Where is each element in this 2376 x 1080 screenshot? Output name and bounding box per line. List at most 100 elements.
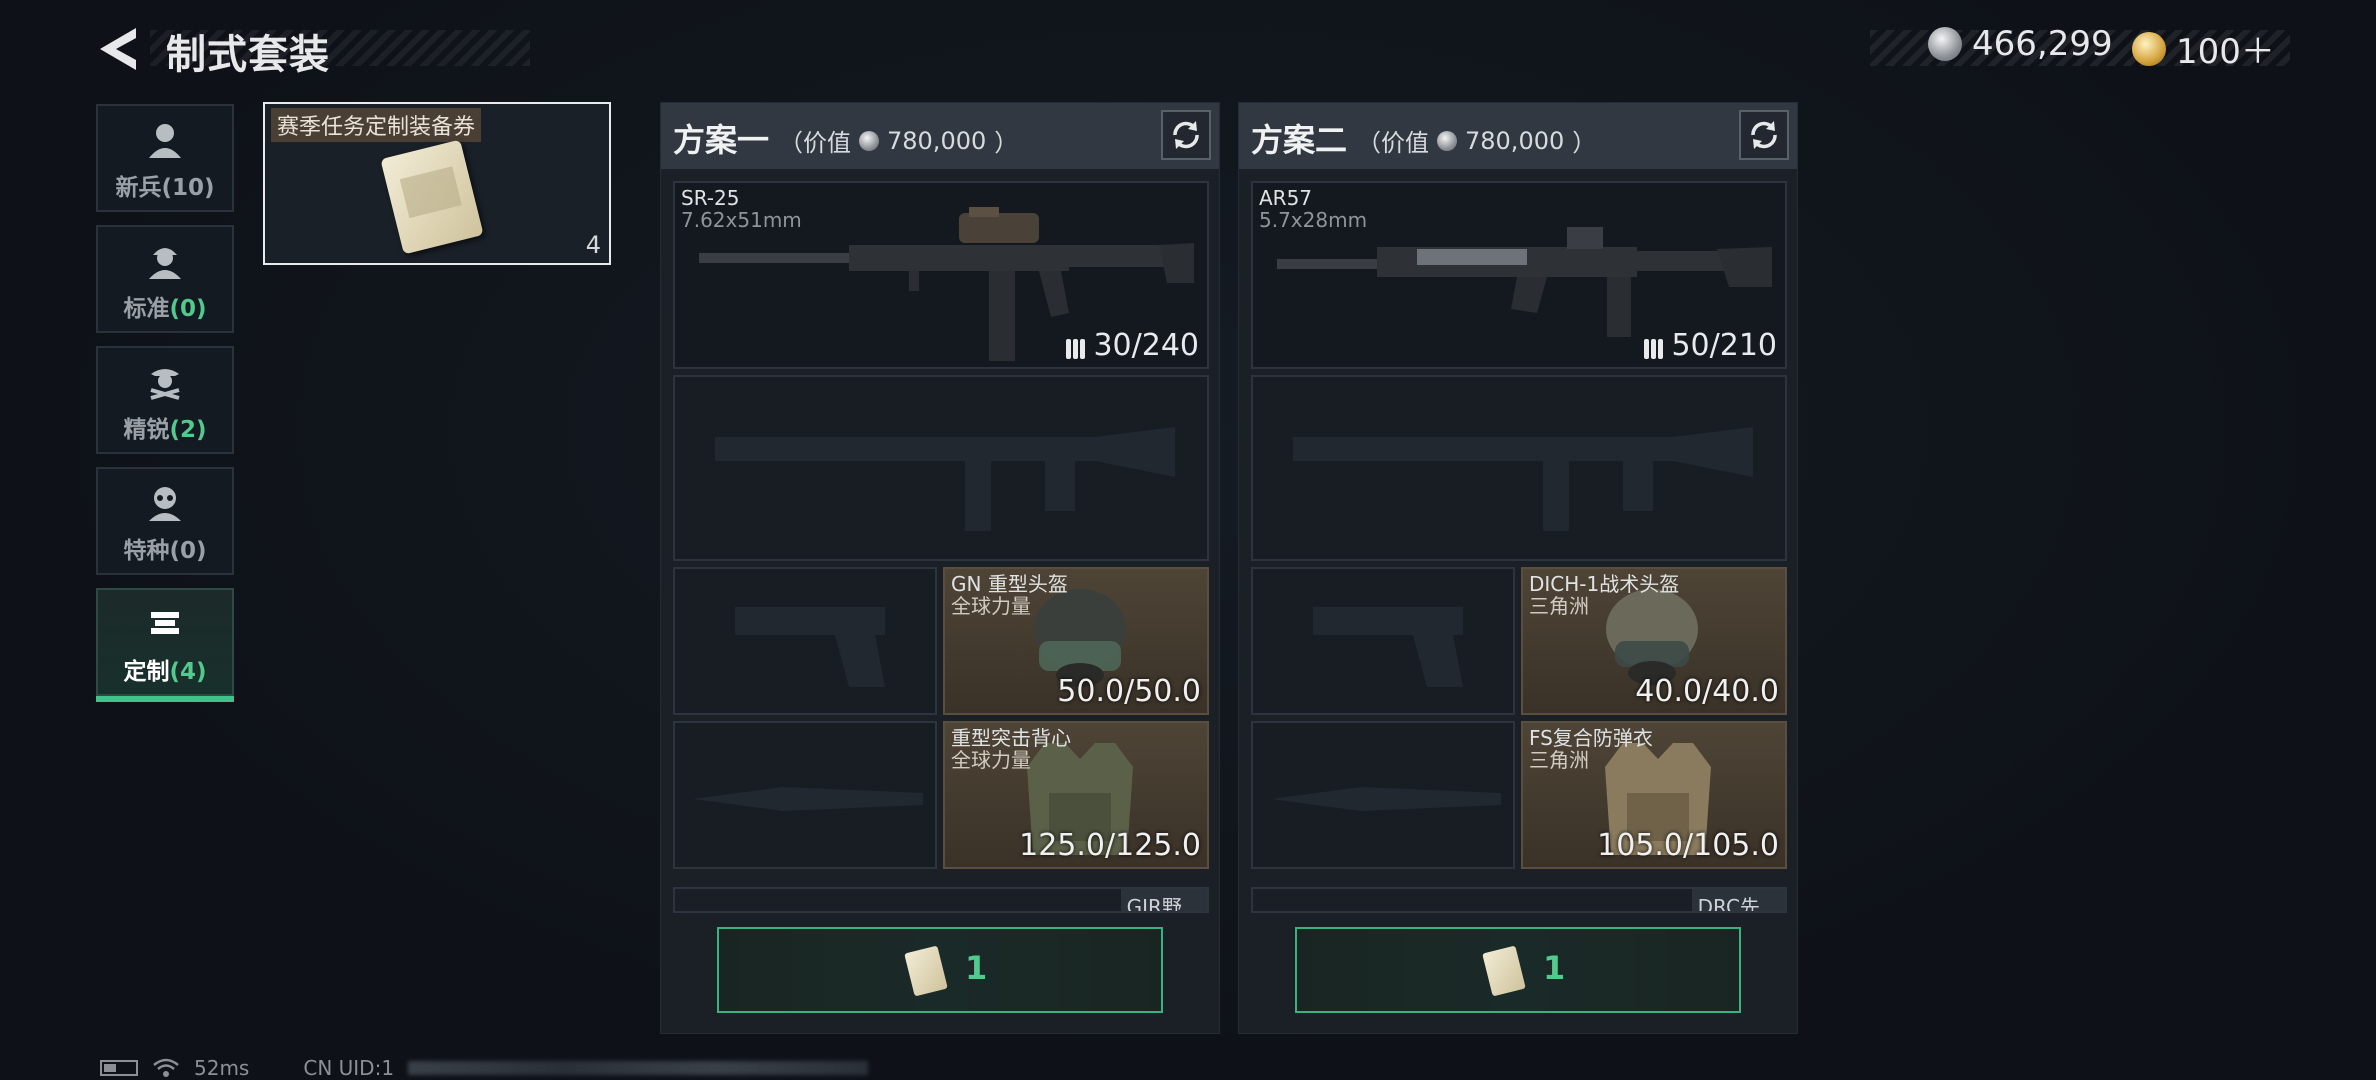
refresh-icon [1751, 121, 1777, 149]
pistol-placeholder-icon [1313, 607, 1463, 687]
secondary-weapon-slot-empty[interactable] [673, 375, 1209, 561]
extra-item-slot[interactable]: GIR野... [673, 887, 1209, 913]
armor-maker: 全球力量 [951, 748, 1031, 772]
custom-gun-icon [151, 612, 179, 634]
wifi-icon [153, 1058, 179, 1077]
page-title: 制式套装 [166, 32, 330, 78]
sidebar-item-recruit[interactable]: 新兵(10) [96, 104, 234, 212]
back-button[interactable] [96, 24, 144, 74]
plan-value-label: （价值 [779, 129, 851, 157]
pistol-slot-empty[interactable] [1251, 567, 1515, 715]
sidebar-item-label: 新兵 [115, 175, 162, 201]
plan-header: 方案一 （价值 780,000 ） [661, 103, 1219, 169]
claim-cost: 1 [1543, 949, 1566, 987]
plan-value-amount: 780,000 [1465, 126, 1565, 155]
voucher-count: 4 [585, 231, 601, 259]
sidebar-item-label: 标准 [123, 296, 170, 322]
uid-label: CN UID:1 [303, 1056, 395, 1080]
currency-silver[interactable]: 466,299 [1928, 24, 2113, 64]
ammo-value: 50/210 [1671, 328, 1777, 363]
claim-button[interactable]: 1 [717, 927, 1163, 1013]
ping-value: 52ms [194, 1056, 250, 1080]
extra-item-slot[interactable]: DRC先... [1251, 887, 1787, 913]
extra-item-label: GIR野... [1120, 889, 1207, 911]
silver-coin-icon [859, 130, 879, 151]
refresh-icon [1173, 121, 1199, 149]
status-footer: 52ms CN UID:1 [100, 1056, 869, 1080]
plan-value: （价值 780,000 ） [1357, 123, 1596, 158]
plan-panel-1: 方案一 （价值 780,000 ） SR-25 7.62x51mm 30/240… [660, 102, 1220, 1034]
ammo-value: 30/240 [1093, 328, 1199, 363]
sidebar-item-count: (4) [169, 659, 207, 685]
currency-gold-amount: 100＋ [2176, 32, 2275, 72]
sidebar-item-special[interactable]: 特种(0) [96, 467, 234, 575]
sidebar-item-elite[interactable]: 精锐(2) [96, 346, 234, 454]
voucher-ticket-icon [904, 945, 948, 997]
melee-slot-empty[interactable] [673, 721, 937, 869]
plan-value-label: （价值 [1357, 129, 1429, 157]
voucher-name: 赛季任务定制装备券 [271, 108, 482, 142]
claim-button[interactable]: 1 [1295, 927, 1741, 1013]
ammo-count: 30/240 [1065, 328, 1199, 363]
currency-silver-amount: 466,299 [1972, 24, 2113, 64]
plan-panel-2: 方案二 （价值 780,000 ） AR57 5.7x28mm 50/210 D… [1238, 102, 1798, 1034]
armor-maker: 三角洲 [1529, 748, 1589, 772]
back-arrow-icon [100, 28, 136, 70]
sidebar-item-label: 定制 [123, 659, 170, 685]
armor-durability: 125.0/125.0 [1019, 828, 1201, 863]
primary-weapon-slot[interactable]: SR-25 7.62x51mm 30/240 [673, 181, 1209, 369]
plan-value: （价值 780,000 ） [779, 123, 1018, 158]
soldier-icon [149, 124, 181, 158]
pistol-placeholder-icon [735, 607, 885, 687]
secondary-weapon-slot-empty[interactable] [1251, 375, 1787, 561]
plan-title: 方案二 [1251, 121, 1348, 159]
refresh-button[interactable] [1161, 110, 1211, 160]
melee-slot-empty[interactable] [1251, 721, 1515, 869]
gold-coin-icon [2132, 31, 2166, 66]
plan-value-close: ） [994, 129, 1019, 157]
sidebar-item-label: 特种 [123, 538, 170, 564]
voucher-ticket-icon [380, 139, 484, 255]
helmet-slot[interactable]: DICH-1战术头盔 三角洲 40.0/40.0 [1521, 567, 1787, 715]
armor-slot[interactable]: FS复合防弹衣 三角洲 105.0/105.0 [1521, 721, 1787, 869]
primary-weapon-slot[interactable]: AR57 5.7x28mm 50/210 [1251, 181, 1787, 369]
knife-placeholder-icon [1271, 787, 1501, 811]
armor-name: FS复合防弹衣 [1529, 726, 1653, 750]
plan-title: 方案一 [673, 121, 770, 159]
helmet-name: GN 重型头盔 [951, 572, 1068, 596]
rifle-placeholder-icon [715, 427, 1175, 531]
helmet-slot[interactable]: GN 重型头盔 全球力量 50.0/50.0 [943, 567, 1209, 715]
extra-item-label: DRC先... [1691, 889, 1785, 911]
currency-gold[interactable]: 100＋ [2132, 24, 2275, 73]
helmet-durability: 50.0/50.0 [1057, 674, 1201, 709]
armor-durability: 105.0/105.0 [1597, 828, 1779, 863]
sidebar-item-count: (0) [169, 296, 207, 322]
knife-placeholder-icon [693, 787, 923, 811]
sidebar-item-custom[interactable]: 定制(4) [96, 588, 234, 702]
armor-slot[interactable]: 重型突击背心 全球力量 125.0/125.0 [943, 721, 1209, 869]
sidebar-item-label: 精锐 [123, 417, 170, 443]
silver-coin-icon [1437, 130, 1457, 151]
standard-soldier-icon [149, 248, 181, 279]
helmet-maker: 全球力量 [951, 594, 1031, 618]
armor-name: 重型突击背心 [951, 726, 1071, 750]
special-forces-icon [149, 487, 181, 521]
sidebar-item-count: (2) [169, 417, 207, 443]
voucher-ticket-icon [1482, 945, 1526, 997]
refresh-button[interactable] [1739, 110, 1789, 160]
voucher-card[interactable]: 赛季任务定制装备券 4 [263, 102, 611, 265]
bullets-icon [1066, 338, 1086, 359]
bullets-icon [1644, 338, 1664, 359]
claim-cost: 1 [965, 949, 988, 987]
app-root: 制式套装 466,299 100＋ 新兵(10) 标准(0) 精锐(2) 特种(… [0, 0, 2376, 1080]
helmet-name: DICH-1战术头盔 [1529, 572, 1680, 596]
elite-soldier-icon [150, 369, 180, 400]
plan-header: 方案二 （价值 780,000 ） [1239, 103, 1797, 169]
ammo-count: 50/210 [1643, 328, 1777, 363]
rifle-placeholder-icon [1293, 427, 1753, 531]
plan-value-close: ） [1572, 129, 1597, 157]
pistol-slot-empty[interactable] [673, 567, 937, 715]
sidebar-item-standard[interactable]: 标准(0) [96, 225, 234, 333]
sidebar-item-count: (0) [169, 538, 207, 564]
helmet-maker: 三角洲 [1529, 594, 1589, 618]
